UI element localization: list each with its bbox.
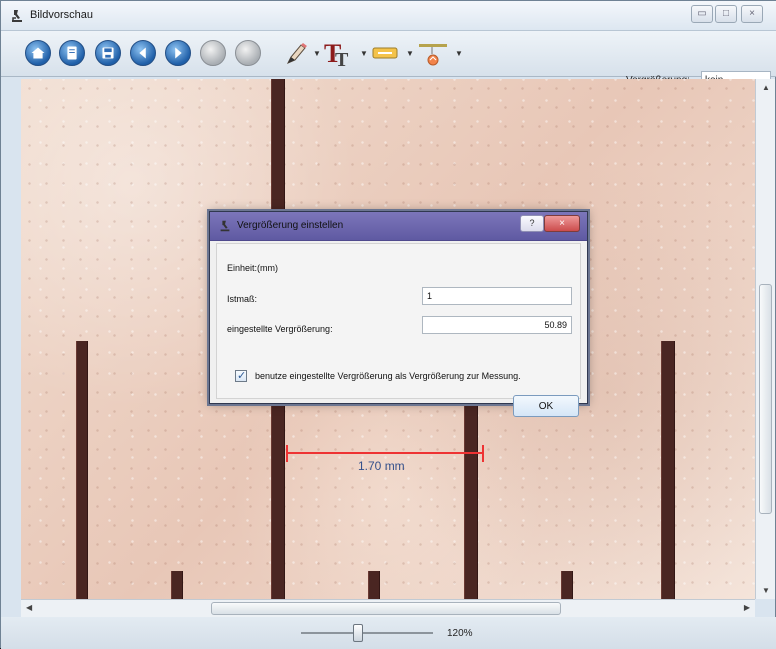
save-button[interactable] bbox=[95, 40, 121, 66]
toolbar: ▼ T T ▼ ▼ ▼ Vergrößerung: bbox=[1, 31, 776, 90]
pencil-caret-icon[interactable]: ▼ bbox=[313, 49, 321, 58]
dialog-close-button[interactable]: × bbox=[544, 215, 580, 232]
scale-line-short-1 bbox=[171, 571, 183, 599]
disabled-button-1 bbox=[200, 40, 226, 66]
document-icon bbox=[67, 46, 77, 60]
dialog-title: Vergrößerung einstellen bbox=[237, 220, 344, 231]
vertical-scrollbar[interactable]: ▲ ▼ bbox=[755, 79, 775, 599]
close-window-button[interactable]: × bbox=[741, 5, 763, 23]
home-icon bbox=[31, 47, 45, 59]
measurement-line bbox=[286, 452, 484, 454]
magnification-dialog: Vergrößerung einstellen ? × Einheit:(mm)… bbox=[209, 211, 588, 417]
disabled-button-2 bbox=[235, 40, 261, 66]
marker-caret-icon[interactable]: ▼ bbox=[406, 49, 414, 58]
measurement-right-end bbox=[482, 445, 484, 462]
scroll-right-icon[interactable]: ▶ bbox=[744, 603, 750, 612]
set-magnification-label: eingestellte Vergrößerung: bbox=[227, 324, 333, 334]
scale-line-short-3 bbox=[561, 571, 573, 599]
svg-text:T: T bbox=[335, 49, 349, 68]
zoom-thumb[interactable] bbox=[353, 624, 363, 642]
pencil-icon[interactable] bbox=[283, 38, 307, 68]
dialog-titlebar: Vergrößerung einstellen ? × bbox=[210, 212, 587, 241]
document-button[interactable] bbox=[59, 40, 85, 66]
unit-label: Einheit:(mm) bbox=[227, 263, 279, 273]
next-icon bbox=[175, 47, 182, 59]
window-title: Bildvorschau bbox=[30, 9, 93, 21]
bildvorschau-window: Bildvorschau ▭ □ × ▼ T T ▼ ▼ ▼ kein 1.70… bbox=[0, 0, 776, 649]
next-button[interactable] bbox=[165, 40, 191, 66]
text-icon[interactable]: T T bbox=[323, 38, 355, 68]
zoom-track[interactable] bbox=[301, 632, 433, 634]
measure-caret-icon[interactable]: ▼ bbox=[455, 49, 463, 58]
measurement-label: 1.70 mm bbox=[358, 459, 405, 473]
dialog-body: Einheit:(mm) Istmaß: eingestellte Vergrö… bbox=[216, 243, 581, 417]
horizontal-scrollbar[interactable]: ◀ ▶ bbox=[21, 599, 755, 617]
set-magnification-input[interactable] bbox=[422, 316, 572, 334]
scale-line-right bbox=[661, 341, 675, 599]
maximize-button[interactable]: □ bbox=[715, 5, 737, 23]
use-magnification-checkbox[interactable]: ✓ bbox=[235, 370, 247, 382]
dialog-microscope-icon bbox=[220, 220, 230, 232]
horizontal-scroll-thumb[interactable] bbox=[211, 602, 561, 615]
zoom-percentage: 120% bbox=[447, 628, 473, 639]
scroll-left-icon[interactable]: ◀ bbox=[26, 603, 32, 612]
vertical-scroll-thumb[interactable] bbox=[759, 284, 772, 514]
measurement-left-end bbox=[286, 445, 288, 462]
scroll-down-icon[interactable]: ▼ bbox=[762, 586, 770, 595]
scroll-up-icon[interactable]: ▲ bbox=[762, 83, 770, 92]
checkmark-icon: ✓ bbox=[237, 370, 247, 382]
actual-measure-label: Istmaß: bbox=[227, 294, 258, 304]
measure-icon[interactable] bbox=[417, 38, 451, 68]
microscope-icon bbox=[12, 10, 22, 22]
minimize-button[interactable]: ▭ bbox=[691, 5, 713, 23]
scale-line-left bbox=[76, 341, 88, 599]
window-titlebar: Bildvorschau ▭ □ × bbox=[1, 1, 776, 31]
prev-button[interactable] bbox=[130, 40, 156, 66]
scale-line-short-2 bbox=[368, 571, 380, 599]
marker-icon[interactable] bbox=[371, 38, 401, 68]
ok-button[interactable]: OK bbox=[513, 395, 579, 417]
dialog-help-button[interactable]: ? bbox=[520, 215, 544, 232]
prev-icon bbox=[139, 47, 146, 59]
use-magnification-label: benutze eingestellte Vergrößerung als Ve… bbox=[255, 371, 521, 381]
text-caret-icon[interactable]: ▼ bbox=[360, 49, 368, 58]
home-button[interactable] bbox=[25, 40, 51, 66]
save-icon bbox=[102, 47, 114, 59]
scale-line-center bbox=[464, 397, 478, 599]
actual-measure-input[interactable] bbox=[422, 287, 572, 305]
